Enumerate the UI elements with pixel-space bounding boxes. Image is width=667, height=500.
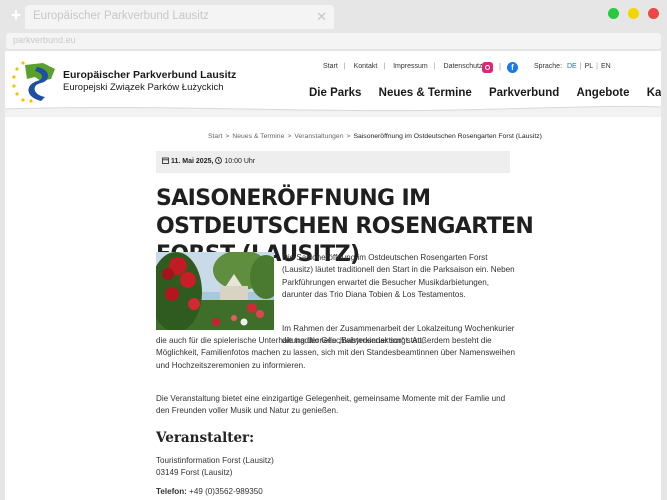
lang-separator: |	[596, 63, 598, 70]
maximize-window-button[interactable]	[608, 8, 619, 19]
url-input[interactable]: parkverbund.eu	[6, 33, 661, 49]
logo-title: Europäischer Parkverbund Lausitz	[63, 69, 237, 81]
breadcrumb-separator: >	[225, 133, 230, 140]
top-nav-impressum[interactable]: Impressum	[393, 63, 428, 70]
event-time: 10:00 Uhr	[224, 158, 256, 165]
main-nav-die-parks[interactable]: Die Parks	[309, 87, 361, 99]
organizer-heading: Veranstalter:	[156, 430, 255, 446]
address-bar: parkverbund.eu	[0, 31, 667, 51]
main-nav-neues-termine[interactable]: Neues & Termine	[379, 87, 472, 99]
instagram-icon[interactable]	[482, 62, 493, 73]
organizer-city: 03149 Forst (Lausitz)	[156, 468, 233, 478]
site-logo[interactable]	[11, 59, 59, 103]
nav-separator: |	[343, 63, 346, 70]
event-paragraph-2-rest: die auch für die spielerische Unterhaltu…	[156, 336, 516, 370]
logo-subtitle: Europejski Związek Parków Łużyckich	[63, 82, 224, 93]
url-text: parkverbund.eu	[13, 35, 76, 45]
social-separator: |	[499, 62, 502, 71]
top-nav-start[interactable]: Start	[323, 63, 338, 70]
breadcrumb-separator: >	[346, 133, 351, 140]
language-de[interactable]: DE	[567, 63, 577, 70]
rose-garden-photo	[156, 252, 274, 330]
event-intro: Die Saisoneröffnung im Ostdeutschen Rose…	[282, 253, 515, 299]
event-date-bar: 11. Mai 2025, 10:00 Uhr	[156, 151, 510, 173]
breadcrumb-veranstaltungen[interactable]: Veranstaltungen	[294, 133, 343, 140]
main-nav-karte[interactable]: Karte	[647, 87, 661, 99]
organizer-name: Touristinformation Forst (Lausitz)	[156, 456, 274, 465]
lang-separator: |	[579, 63, 582, 70]
nav-separator: |	[383, 63, 386, 70]
organizer-address: Touristinformation Forst (Lausitz) 03149…	[156, 455, 274, 480]
breadcrumb-start[interactable]: Start	[208, 133, 222, 140]
top-nav-datenschutz[interactable]: Datenschutz	[444, 63, 483, 70]
language-switcher: DE | PL | EN	[567, 63, 611, 70]
close-icon[interactable]: ✕	[316, 9, 327, 25]
nav-separator: |	[433, 63, 436, 70]
top-nav: Start | Kontakt | Impressum | Datenschutz	[323, 63, 482, 70]
browser-tab-bar: + Europäischer Parkverbund Lausitz ✕	[0, 0, 667, 31]
browser-tab[interactable]: Europäischer Parkverbund Lausitz ✕	[25, 5, 334, 29]
top-nav-kontakt[interactable]: Kontakt	[354, 63, 378, 70]
event-paragraph-3: Die Veranstaltung bietet eine einzigarti…	[156, 394, 506, 416]
language-label: Sprache:	[534, 63, 563, 70]
web-page: Europäischer Parkverbund Lausitz Europej…	[5, 51, 661, 500]
header-divider	[5, 105, 661, 117]
phone-label: Telefon:	[156, 487, 187, 496]
new-tab-button[interactable]: +	[8, 6, 24, 24]
language-pl[interactable]: PL	[585, 63, 594, 70]
main-nav-parkverbund[interactable]: Parkverbund	[489, 87, 559, 99]
minimize-window-button[interactable]	[628, 8, 639, 19]
main-nav-angebote[interactable]: Angebote	[576, 87, 629, 99]
main-nav: Die Parks Neues & Termine Parkverbund An…	[309, 87, 661, 99]
facebook-icon[interactable]: f	[507, 62, 518, 73]
event-datetime: 11. Mai 2025, 10:00 Uhr	[162, 157, 255, 165]
breadcrumb: Start > Neues & Termine > Veranstaltungen > Sa…	[208, 133, 542, 140]
breadcrumb-neues-termine[interactable]: Neues & Termine	[232, 133, 284, 140]
breadcrumb-separator: >	[287, 133, 292, 140]
organizer-phone: Telefon: +49 (0)3562-989350	[156, 487, 263, 496]
clock-icon	[215, 157, 223, 164]
language-en[interactable]: EN	[601, 63, 611, 70]
tab-title: Europäischer Parkverbund Lausitz	[33, 10, 209, 22]
event-date: 11. Mai 2025,	[171, 158, 214, 165]
phone-number[interactable]: +49 (0)3562-989350	[189, 487, 263, 496]
breadcrumb-current: Saisoneröffnung im Ostdeutschen Rosengar…	[353, 133, 542, 140]
calendar-icon	[162, 157, 169, 164]
close-window-button[interactable]	[648, 8, 659, 19]
